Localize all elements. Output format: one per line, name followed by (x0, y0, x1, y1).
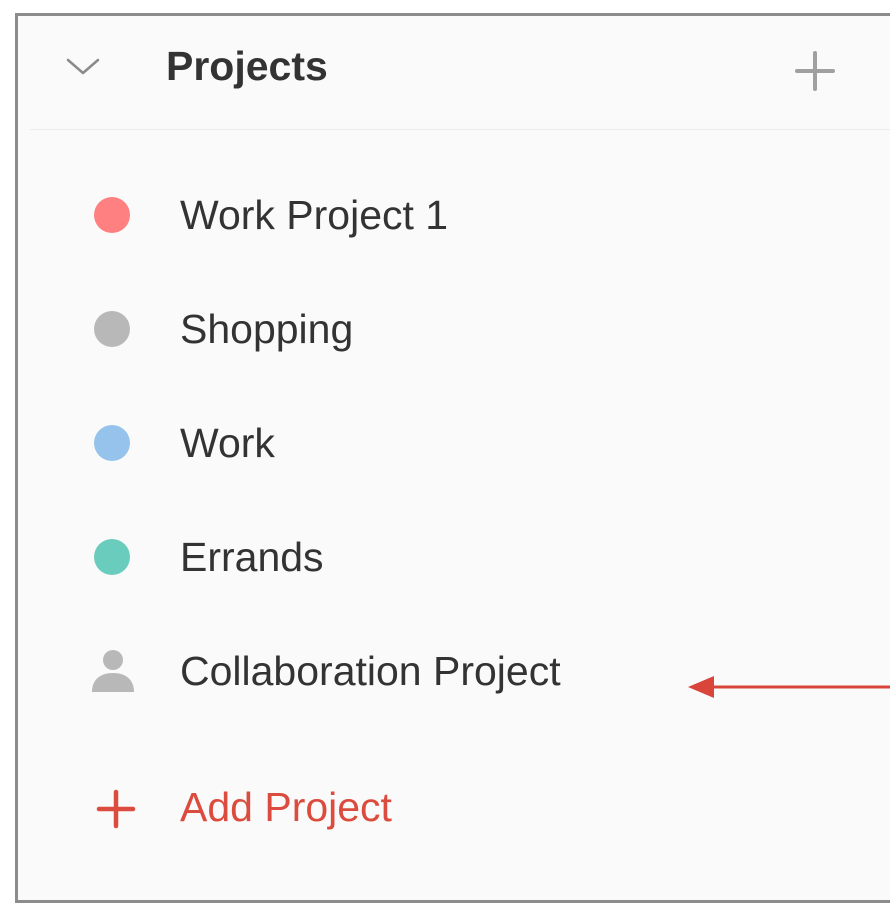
project-item-work[interactable]: Work (18, 384, 888, 498)
projects-title: Projects (166, 43, 328, 89)
plus-icon (795, 51, 835, 91)
project-label: Errands (180, 534, 324, 580)
add-project-label: Add Project (180, 784, 392, 830)
project-label: Shopping (180, 306, 354, 352)
project-label: Work (180, 420, 275, 466)
project-item-work-project-1[interactable]: Work Project 1 (18, 156, 888, 270)
project-label: Collaboration Project (180, 648, 561, 694)
projects-header: Projects (30, 16, 890, 130)
project-item-errands[interactable]: Errands (18, 498, 888, 612)
project-color-dot (94, 311, 130, 347)
collapse-button[interactable] (60, 46, 106, 86)
project-item-shopping[interactable]: Shopping (18, 270, 888, 384)
plus-icon (96, 789, 136, 829)
chevron-down-icon (66, 58, 100, 75)
projects-panel: Projects Work Project 1 Shopping Work Er… (15, 13, 890, 903)
add-project-button[interactable]: Add Project (18, 728, 888, 838)
project-color-dot (94, 197, 130, 233)
project-label: Work Project 1 (180, 192, 449, 238)
person-icon (92, 650, 134, 692)
project-item-collaboration-project[interactable]: Collaboration Project (18, 612, 888, 726)
project-color-dot (94, 539, 130, 575)
project-color-dot (94, 425, 130, 461)
add-project-header-button[interactable] (790, 46, 840, 96)
arrow-left-icon (688, 676, 890, 698)
